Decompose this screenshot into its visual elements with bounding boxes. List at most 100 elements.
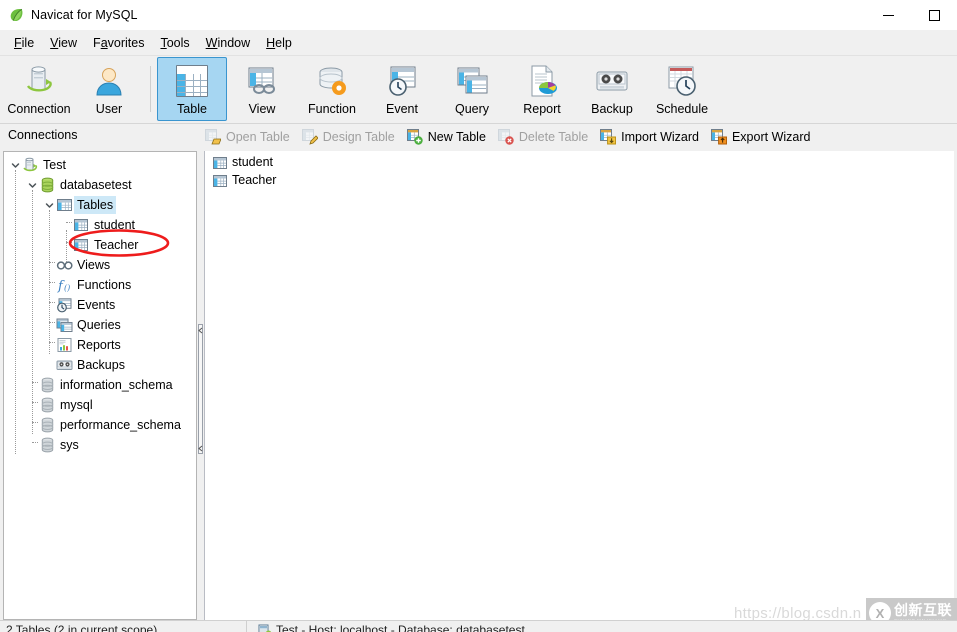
svg-text:(): () <box>64 284 70 293</box>
tree-guide-tick <box>32 382 38 383</box>
toolbar-button-schedule[interactable]: Schedule <box>647 57 717 121</box>
table-item-icon <box>212 173 228 188</box>
reports-icon <box>56 337 73 353</box>
table-icon <box>175 64 209 98</box>
objtoolbar-label: New Table <box>427 130 486 144</box>
delete-table-icon <box>497 129 514 145</box>
toolbar-button-backup[interactable]: Backup <box>577 57 647 121</box>
splitter-collapse-down-icon[interactable] <box>198 445 203 452</box>
navicat-leaf-icon <box>8 7 24 23</box>
tree-guide-tick <box>49 322 55 323</box>
panel-splitter[interactable] <box>197 151 204 620</box>
objtoolbar-import-wizard[interactable]: Import Wizard <box>595 126 706 148</box>
menu-window[interactable]: Window <box>198 33 258 53</box>
menu-favorites[interactable]: Favorites <box>85 33 152 53</box>
view-icon <box>245 64 279 98</box>
window-controls <box>865 0 957 30</box>
maximize-button[interactable] <box>911 0 957 30</box>
toolbar-button-connection[interactable]: Connection <box>4 57 74 121</box>
tree-item-label: Backups <box>77 358 125 372</box>
backup-icon <box>595 64 629 98</box>
functions-icon: f() <box>56 277 73 294</box>
tree-guide-tick <box>32 422 38 423</box>
status-bar: 2 Tables (2 in current scope) Test - Hos… <box>0 620 957 632</box>
object-list-item-label: Teacher <box>232 173 277 187</box>
logo-chinese-text: 创新互联 <box>894 601 952 618</box>
object-list-item[interactable]: student <box>209 153 954 171</box>
toolbar-button-view[interactable]: View <box>227 57 297 121</box>
function-icon <box>315 64 349 98</box>
splitter-grip[interactable] <box>198 324 203 454</box>
toolbar-button-label: Schedule <box>655 102 709 116</box>
connection-node-icon <box>22 157 39 173</box>
toolbar-button-query[interactable]: Query <box>437 57 507 121</box>
tree-item-label: Events <box>77 298 116 312</box>
minimize-button[interactable] <box>865 0 911 30</box>
tree-item-label: databasetest <box>60 178 132 192</box>
schedule-icon <box>665 64 699 98</box>
splitter-collapse-up-icon[interactable] <box>198 327 203 334</box>
tree-item-label: information_schema <box>60 378 173 392</box>
menu-help[interactable]: Help <box>258 33 300 53</box>
tree-item-label: Views <box>77 258 111 272</box>
menu-file[interactable]: File <box>6 33 42 53</box>
backups-icon <box>56 357 73 373</box>
tree-item-label: Teacher <box>94 238 139 252</box>
database-closed-icon <box>39 437 56 453</box>
table-item-icon <box>212 155 228 170</box>
toolbar-button-label: Report <box>523 102 561 116</box>
object-list: student Teacher <box>205 151 954 189</box>
tree-item-label: Queries <box>77 318 121 332</box>
tree-guide-tick <box>66 222 72 223</box>
objtoolbar-label: Delete Table <box>518 130 589 144</box>
objtoolbar-export-wizard[interactable]: Export Wizard <box>706 126 818 148</box>
tree-item-label: performance_schema <box>60 418 181 432</box>
main-toolbar: Connection User Table View Function Event Quer… <box>0 56 957 124</box>
new-table-icon <box>406 129 423 145</box>
event-icon <box>385 64 419 98</box>
menu-tools[interactable]: Tools <box>152 33 197 53</box>
toolbar-button-event[interactable]: Event <box>367 57 437 121</box>
connections-tree-panel[interactable]: Test databasetest Tables student Teacher View… <box>3 151 197 620</box>
connection-status-icon <box>258 624 272 632</box>
toolbar-button-label: Function <box>308 102 356 116</box>
tree-item-label: Tables <box>74 196 117 214</box>
toolbar-button-function[interactable]: Function <box>297 57 367 121</box>
export-wizard-icon <box>710 129 728 145</box>
tree-item-label: Functions <box>77 278 132 292</box>
toolbar-button-label: User <box>95 102 123 116</box>
user-icon <box>92 64 126 98</box>
database-open-icon <box>39 177 56 193</box>
object-list-panel[interactable]: student Teacher <box>204 151 954 620</box>
tree-item-label: mysql <box>60 398 93 412</box>
object-list-item[interactable]: Teacher <box>209 171 954 189</box>
toolbar-button-label: Event <box>386 102 418 116</box>
title-bar: Navicat for MySQL <box>0 0 957 30</box>
objtoolbar-new-table[interactable]: New Table <box>402 126 493 148</box>
toolbar-button-label: Connection <box>7 102 71 116</box>
tree-guide-line <box>66 230 67 262</box>
report-icon <box>525 64 559 98</box>
tree-item-label: Test <box>43 158 66 172</box>
objtoolbar-design-table: Design Table <box>297 126 402 148</box>
design-table-icon <box>301 129 319 145</box>
status-connection-info: Test - Host: localhost - Database: datab… <box>258 623 525 632</box>
toolbar-button-table[interactable]: Table <box>157 57 227 121</box>
toolbar-button-label: Backup <box>591 102 633 116</box>
open-table-icon <box>205 129 222 145</box>
menu-view[interactable]: View <box>42 33 85 53</box>
tree-guide-line <box>32 190 33 434</box>
queries-icon <box>56 317 73 333</box>
toolbar-button-user[interactable]: User <box>74 57 144 121</box>
navicat-window: Navicat for MySQL File View Favorites To… <box>0 0 957 632</box>
tables-folder-icon <box>56 197 73 213</box>
tree-item-test[interactable]: Test <box>4 155 196 175</box>
connection-icon <box>22 64 56 98</box>
window-title: Navicat for MySQL <box>31 8 138 22</box>
tree-guide-tick <box>49 342 55 343</box>
database-closed-icon <box>39 397 56 413</box>
toolbar-button-report[interactable]: Report <box>507 57 577 121</box>
toolbar-button-label: Query <box>454 102 490 116</box>
tree-item-sys[interactable]: sys <box>4 435 196 455</box>
